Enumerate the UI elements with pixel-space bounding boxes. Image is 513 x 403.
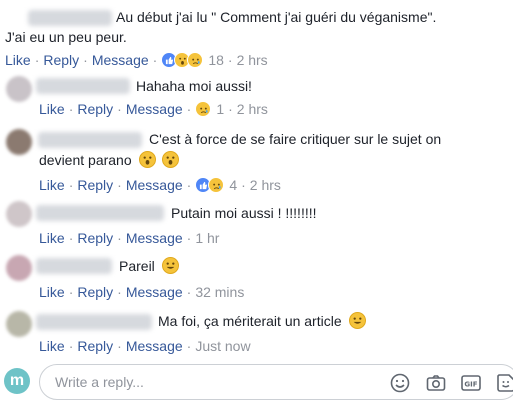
timestamp[interactable]: Just now	[195, 337, 250, 355]
smile-emoji-icon	[161, 257, 179, 274]
wow-emoji-icon	[138, 151, 156, 168]
reply-button[interactable]: Reply	[77, 337, 113, 355]
message-button[interactable]: Message	[126, 100, 183, 118]
avatar[interactable]	[6, 311, 32, 337]
like-button[interactable]: Like	[39, 100, 65, 118]
timestamp[interactable]: 2 hrs	[250, 176, 281, 194]
sad-reaction-icon	[195, 101, 212, 117]
comment-actions: Like · Reply · Message · 1 · 2 hrs	[39, 100, 268, 118]
reaction-summary[interactable]	[161, 52, 204, 68]
author-name-blurred[interactable]	[36, 205, 164, 221]
timestamp[interactable]: 32 mins	[195, 283, 244, 301]
reaction-summary[interactable]	[195, 177, 225, 193]
timestamp[interactable]: 1 hr	[195, 229, 219, 247]
avatar[interactable]	[6, 129, 32, 155]
author-name-blurred[interactable]	[38, 132, 142, 148]
smiley-icon[interactable]	[390, 373, 410, 393]
comment-actions: Like · Reply · Message · 18 · 2 hrs	[5, 51, 268, 69]
reply-button[interactable]: Reply	[77, 229, 113, 247]
reply-input[interactable]: Write a reply... GIF	[39, 364, 513, 400]
avatar[interactable]	[6, 201, 32, 227]
like-button[interactable]: Like	[39, 337, 65, 355]
reaction-count[interactable]: 1	[216, 100, 224, 118]
reply-composer: m Write a reply... GIF	[4, 364, 513, 400]
comment-actions: Like · Reply · Message · Just now	[39, 337, 251, 355]
wow-emoji-icon	[162, 151, 180, 168]
comment-text: Putain moi aussi ! !!!!!!!!	[171, 205, 317, 221]
reaction-count[interactable]: 4	[229, 176, 237, 194]
svg-text:GIF: GIF	[464, 381, 477, 389]
like-button[interactable]: Like	[39, 283, 65, 301]
comment-text: Hahaha moi aussi!	[136, 78, 252, 94]
reaction-count[interactable]: 18	[208, 51, 224, 69]
timestamp[interactable]: 2 hrs	[237, 51, 268, 69]
reply-button[interactable]: Reply	[43, 51, 79, 69]
reply-button[interactable]: Reply	[77, 100, 113, 118]
comment-actions: Like · Reply · Message · 4 · 2 hrs	[39, 176, 281, 194]
timestamp[interactable]: 2 hrs	[237, 100, 268, 118]
author-name-blurred[interactable]	[36, 78, 130, 94]
comment-text-line2: J'ai eu un peu peur.	[5, 29, 127, 45]
reply-button[interactable]: Reply	[77, 283, 113, 301]
camera-icon[interactable]	[426, 373, 446, 393]
author-name-blurred[interactable]	[28, 10, 112, 26]
message-button[interactable]: Message	[126, 176, 183, 194]
author-name-blurred[interactable]	[36, 258, 112, 274]
reaction-summary[interactable]	[195, 101, 212, 117]
message-button[interactable]: Message	[126, 337, 183, 355]
comment-text: C'est à force de se faire critiquer sur …	[149, 131, 442, 147]
like-button[interactable]: Like	[39, 176, 65, 194]
like-button[interactable]: Like	[39, 229, 65, 247]
user-avatar[interactable]: m	[4, 368, 30, 394]
like-button[interactable]: Like	[5, 51, 31, 69]
reply-button[interactable]: Reply	[77, 176, 113, 194]
comment-text: Ma foi, ça mériterait un article	[158, 312, 366, 331]
message-button[interactable]: Message	[92, 51, 149, 69]
sad-reaction-icon	[187, 52, 204, 68]
avatar[interactable]	[6, 76, 32, 102]
author-name-blurred[interactable]	[36, 314, 152, 330]
gif-icon[interactable]: GIF	[461, 373, 481, 393]
message-button[interactable]: Message	[126, 283, 183, 301]
comment-text-line2: devient parano	[39, 151, 180, 170]
avatar[interactable]	[6, 255, 32, 281]
comment-text: Au début j'ai lu " Comment j'ai guéri du…	[116, 9, 437, 25]
comment-actions: Like · Reply · Message · 1 hr	[39, 229, 220, 247]
sticker-icon[interactable]	[496, 373, 513, 393]
comment-text: Pareil	[119, 257, 179, 276]
message-button[interactable]: Message	[126, 229, 183, 247]
comment-actions: Like · Reply · Message · 32 mins	[39, 283, 245, 301]
smile-emoji-icon	[348, 312, 366, 329]
sad-reaction-icon	[208, 177, 225, 193]
reply-placeholder: Write a reply...	[55, 374, 144, 390]
